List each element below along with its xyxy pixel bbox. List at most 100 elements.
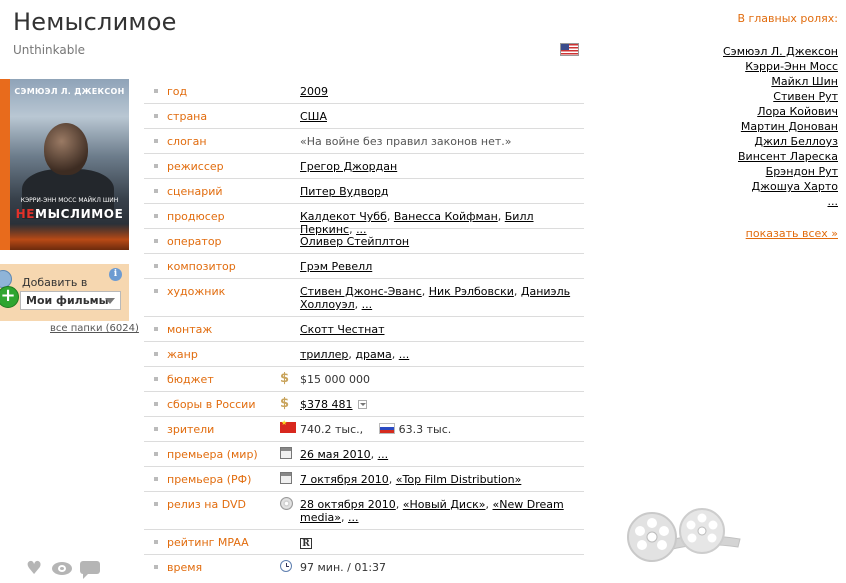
add-to-label: Добавить в: [22, 276, 88, 289]
info-row-budget: бюджет $ $15 000 000: [144, 367, 584, 392]
cast-actor-link[interactable]: Джил Беллоуз: [754, 135, 838, 148]
operator-link[interactable]: Оливер Стейплтон: [300, 235, 409, 248]
genre-link[interactable]: триллер: [300, 348, 348, 361]
cast-actor-link[interactable]: Кэрри-Энн Мосс: [745, 60, 838, 73]
info-row-country: страна США: [144, 104, 584, 129]
bullet: [154, 502, 158, 506]
composer-link[interactable]: Грэм Ревелл: [300, 260, 372, 273]
folder-select[interactable]: Мои фильмы: [20, 291, 121, 310]
heart-icon[interactable]: ♥: [26, 560, 42, 578]
us-flag-icon: [560, 43, 579, 56]
info-label: премьера (РФ): [167, 473, 252, 486]
premiere-world-link[interactable]: 26 мая 2010: [300, 448, 371, 461]
info-label: сценарий: [167, 185, 223, 198]
info-row-dvd: релиз на DVD 28 октября 2010, «Новый Дис…: [144, 492, 584, 530]
bullet: [154, 565, 158, 569]
box-office-link[interactable]: $378 481: [300, 398, 353, 411]
premiere-ru-link[interactable]: 7 октября 2010: [300, 473, 389, 486]
cast-actor-link[interactable]: Брэндон Рут: [766, 165, 838, 178]
cast-actor-link[interactable]: Джошуа Харто: [752, 180, 838, 193]
russia-flag-icon: [379, 423, 396, 434]
calendar-icon: [280, 472, 292, 484]
cast-actor-link[interactable]: Сэмюэл Л. Джексон: [723, 45, 838, 58]
bullet: [154, 89, 158, 93]
bullet: [154, 377, 158, 381]
producer-link[interactable]: Калдекот Чубб: [300, 210, 387, 223]
cast-actor-link[interactable]: Лора Койович: [757, 105, 838, 118]
cast-heading: В главных ролях:: [737, 12, 838, 25]
info-icon[interactable]: i: [109, 268, 122, 281]
expand-dropdown-icon[interactable]: [357, 400, 367, 409]
bullet: [154, 189, 158, 193]
runtime-value: 97 мин. / 01:37: [300, 561, 387, 574]
dvd-publisher-link[interactable]: «Новый Диск»: [403, 498, 486, 511]
info-row-premiere-world: премьера (мир) 26 мая 2010, ...: [144, 442, 584, 467]
artist-link[interactable]: Ник Рэлбовски: [429, 285, 514, 298]
info-label: бюджет: [167, 373, 214, 386]
all-folders-link[interactable]: все папки (6024): [50, 323, 139, 334]
bullet: [154, 352, 158, 356]
country-link[interactable]: США: [300, 110, 327, 123]
poster-figure-head: [44, 123, 88, 175]
bullet: [154, 114, 158, 118]
bullet: [154, 289, 158, 293]
dvd-more-link[interactable]: ...: [348, 511, 359, 524]
artist-more-link[interactable]: ...: [362, 298, 373, 311]
info-row-editing: монтаж Скотт Честнат: [144, 317, 584, 342]
dvd-date-link[interactable]: 28 октября 2010: [300, 498, 396, 511]
info-row-director: режиссер Грегор Джордан: [144, 154, 584, 179]
add-to-folder-box: + Добавить в i Мои фильмы: [0, 264, 129, 321]
producer-link[interactable]: Ванесса Койфман: [394, 210, 498, 223]
movie-poster[interactable]: СЭМЮЭЛ Л. ДЖЕКСОН КЭРРИ-ЭНН МОСС МАЙКЛ Ш…: [0, 79, 129, 250]
bullet: [154, 540, 158, 544]
info-label: композитор: [167, 260, 236, 273]
bullet: [154, 239, 158, 243]
eye-icon[interactable]: [52, 562, 72, 575]
mpaa-rating-icon[interactable]: R: [300, 538, 312, 549]
cast-more-link[interactable]: ...: [828, 195, 839, 208]
calendar-icon: [280, 447, 292, 459]
cast-actor-link[interactable]: Мартин Донован: [741, 120, 838, 133]
info-row-operator: оператор Оливер Стейплтон: [144, 229, 584, 254]
info-row-artist: художник Стивен Джонс-Эванс, Ник Рэлбовс…: [144, 279, 584, 317]
premiere-world-more-link[interactable]: ...: [378, 448, 389, 461]
list-item: Мартин Донован: [723, 119, 838, 134]
info-row-genre: жанр триллер, драма, ...: [144, 342, 584, 367]
bullet: [154, 402, 158, 406]
dvd-icon: [280, 497, 293, 510]
show-all-cast-link[interactable]: показать всех »: [746, 227, 838, 240]
film-reel-icon: [627, 508, 741, 562]
writer-link[interactable]: Питер Вудворд: [300, 185, 389, 198]
list-item: Сэмюэл Л. Джексон: [723, 44, 838, 59]
add-plus-icon[interactable]: +: [0, 286, 19, 308]
editor-link[interactable]: Скотт Честнат: [300, 323, 384, 336]
viewers-china: 740.2 тыс.,: [300, 423, 364, 436]
list-item: Лора Койович: [723, 104, 838, 119]
cast-actor-link[interactable]: Майкл Шин: [771, 75, 838, 88]
bullet: [154, 139, 158, 143]
cast-actor-link[interactable]: Стивен Рут: [773, 90, 838, 103]
comment-icon[interactable]: [80, 561, 100, 579]
info-label: оператор: [167, 235, 222, 248]
year-link[interactable]: 2009: [300, 85, 328, 98]
genre-more-link[interactable]: ...: [399, 348, 410, 361]
distributor-link[interactable]: «Top Film Distribution»: [396, 473, 522, 486]
poster-stripe: [0, 79, 10, 250]
director-link[interactable]: Грегор Джордан: [300, 160, 397, 173]
list-item: Джил Беллоуз: [723, 134, 838, 149]
folder-select-value: Мои фильмы: [26, 294, 109, 307]
cast-list: Сэмюэл Л. Джексон Кэрри-Энн Мосс Майкл Ш…: [723, 44, 838, 209]
list-item: Стивен Рут: [723, 89, 838, 104]
list-item: Майкл Шин: [723, 74, 838, 89]
cast-actor-link[interactable]: Винсент Лареска: [738, 150, 838, 163]
artist-link[interactable]: Стивен Джонс-Эванс: [300, 285, 422, 298]
info-label: слоган: [167, 135, 207, 148]
tagline-text: «На войне без правил законов нет.»: [300, 135, 512, 148]
bullet: [154, 477, 158, 481]
info-label: зрители: [167, 423, 215, 436]
genre-link[interactable]: драма: [355, 348, 391, 361]
info-row-tagline: слоган «На войне без правил законов нет.…: [144, 129, 584, 154]
viewers-russia: 63.3 тыс.: [398, 423, 452, 436]
list-item: Винсент Лареска: [723, 149, 838, 164]
china-flag-icon: [280, 419, 296, 433]
